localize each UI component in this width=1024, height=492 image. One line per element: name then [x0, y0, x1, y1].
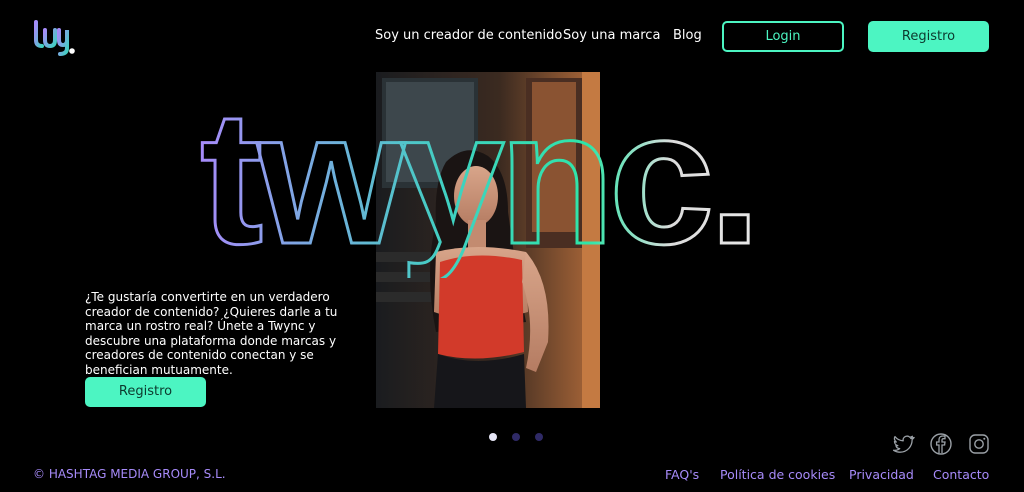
twync-wordmark: twync.	[200, 98, 763, 278]
nav-link-marca[interactable]: Soy una marca	[563, 28, 660, 43]
instagram-icon[interactable]	[967, 432, 991, 456]
footer-link-contacto[interactable]: Contacto	[933, 467, 989, 482]
wordmark-text: twync.	[200, 98, 755, 278]
copyright-text: © HASHTAG MEDIA GROUP, S.L.	[33, 467, 226, 481]
facebook-icon[interactable]	[929, 432, 953, 456]
hero-description: ¿Te gustaría convertirte en un verdadero…	[85, 290, 338, 377]
carousel-dot-1[interactable]	[489, 433, 497, 441]
carousel-dot-2[interactable]	[512, 433, 520, 441]
footer-link-cookies[interactable]: Política de cookies	[720, 467, 835, 482]
login-button[interactable]: Login	[722, 21, 844, 52]
twitter-icon[interactable]	[891, 432, 915, 456]
carousel-dot-3[interactable]	[535, 433, 543, 441]
hero-register-button[interactable]: Registro	[85, 377, 206, 407]
nav-link-creador[interactable]: Soy un creador de contenido	[375, 28, 562, 43]
nav-link-blog[interactable]: Blog	[673, 28, 702, 43]
footer-link-privacidad[interactable]: Privacidad	[849, 467, 914, 482]
register-button[interactable]: Registro	[868, 21, 989, 52]
carousel-dots	[487, 433, 547, 443]
footer-link-faq[interactable]: FAQ's	[665, 467, 699, 482]
